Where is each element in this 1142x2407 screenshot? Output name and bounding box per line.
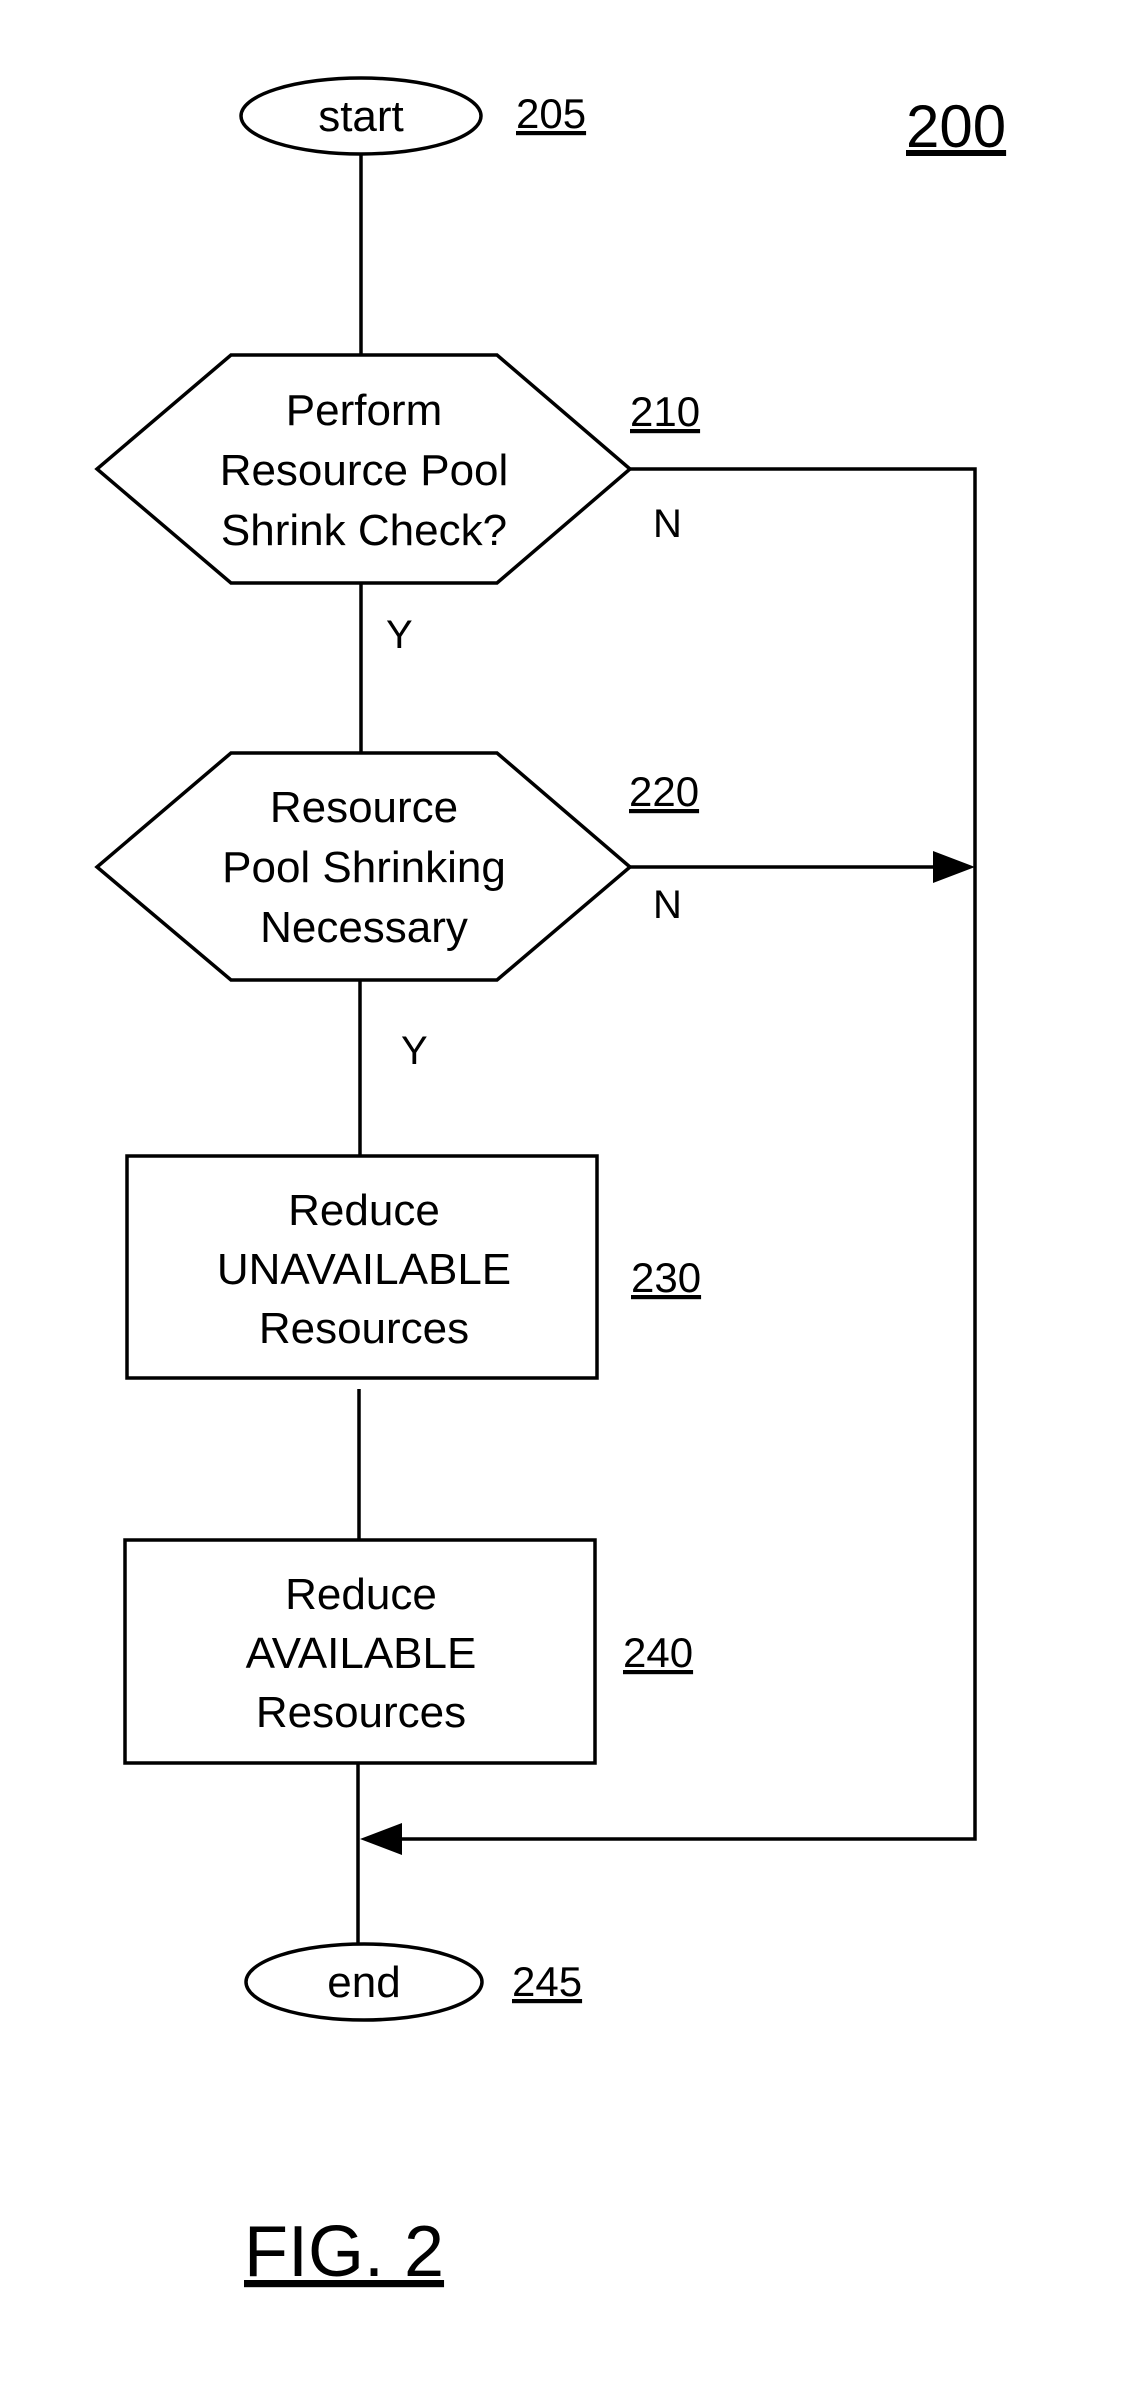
start-label: start [318, 92, 404, 141]
ref-245: 245 [512, 1958, 582, 2005]
branch-210-yes: Y [386, 613, 413, 657]
process-240-line-3: Resources [256, 1688, 466, 1737]
decision-210-line-3: Shrink Check? [221, 506, 507, 555]
ref-240: 240 [623, 1629, 693, 1676]
decision-220-line-2: Pool Shrinking [222, 843, 506, 892]
process-230-line-1: Reduce [288, 1186, 440, 1235]
start-node: start [239, 76, 483, 156]
ref-230: 230 [631, 1254, 701, 1301]
process-reduce-unavailable: Reduce UNAVAILABLE Resources [125, 1154, 599, 1380]
figure-number: 200 [906, 93, 1006, 160]
end-node: end [244, 1942, 484, 2022]
process-240-line-2: AVAILABLE [246, 1629, 477, 1678]
decision-210-line-2: Resource Pool [220, 446, 509, 495]
arrowhead-left [360, 1823, 402, 1855]
process-240-line-1: Reduce [285, 1570, 437, 1619]
decision-perform-shrink-check: Perform Resource Pool Shrink Check? [94, 353, 633, 585]
decision-220-line-3: Necessary [260, 903, 468, 952]
branch-220-no: N [653, 883, 682, 927]
ref-220: 220 [629, 768, 699, 815]
arrowhead-right [933, 851, 975, 883]
branch-220-yes: Y [401, 1029, 428, 1073]
process-reduce-available: Reduce AVAILABLE Resources [123, 1538, 597, 1765]
decision-shrinking-necessary: Resource Pool Shrinking Necessary [94, 751, 633, 982]
process-230-line-3: Resources [259, 1304, 469, 1353]
decision-210-line-1: Perform [286, 386, 442, 435]
figure-caption: FIG. 2 [244, 2212, 444, 2292]
end-label: end [327, 1958, 400, 2007]
process-230-line-2: UNAVAILABLE [217, 1245, 511, 1294]
decision-220-line-1: Resource [270, 783, 458, 832]
branch-210-no: N [653, 502, 682, 546]
ref-210: 210 [630, 388, 700, 435]
ref-205: 205 [516, 90, 586, 137]
flowchart: start 205 200 Perform Resource Pool Shri… [94, 76, 1006, 2292]
